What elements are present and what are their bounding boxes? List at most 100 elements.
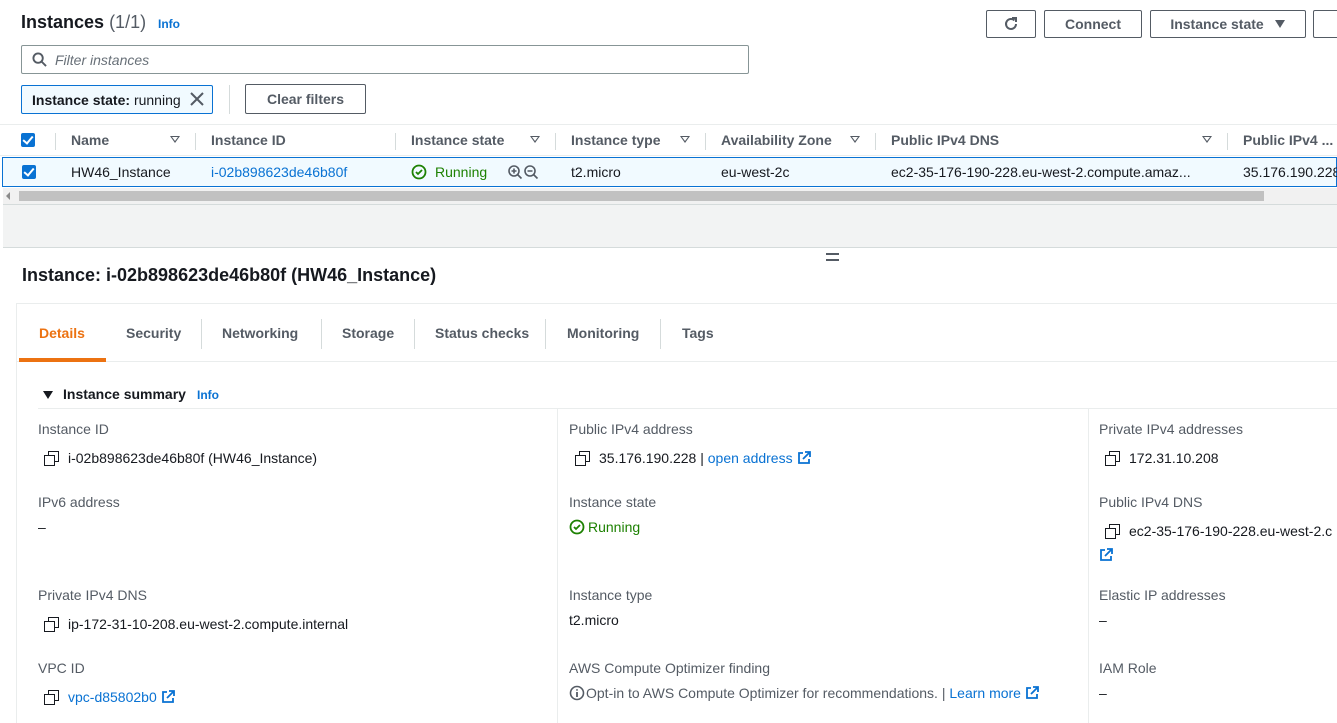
cell-instance-state: Running <box>411 164 539 180</box>
copy-icon[interactable] <box>44 690 59 705</box>
value-separator: | <box>941 685 946 701</box>
value-elastic-ip: – <box>1099 612 1107 628</box>
label-instance-id: Instance ID <box>38 421 109 437</box>
value-optimizer-text: Opt-in to AWS Compute Optimizer for reco… <box>586 685 938 701</box>
page-title: Instances (1/1) <box>21 12 146 33</box>
select-all-checkbox[interactable] <box>21 133 35 147</box>
sort-icon[interactable] <box>170 136 180 143</box>
resize-handle-icon[interactable] <box>826 253 839 261</box>
label-iam-role: IAM Role <box>1099 660 1157 676</box>
sort-icon[interactable] <box>680 136 690 143</box>
zoom-out-icon[interactable] <box>523 164 539 180</box>
column-header-public-dns[interactable]: Public IPv4 DNS <box>891 132 999 148</box>
filter-key: Instance state: <box>32 91 131 108</box>
external-link-icon[interactable] <box>1025 686 1039 700</box>
column-header-public-ip[interactable]: Public IPv4 ... <box>1243 132 1333 148</box>
refresh-button[interactable] <box>986 10 1036 38</box>
value-ipv6: – <box>38 519 46 535</box>
cell-instance-id[interactable]: i-02b898623de46b80f <box>211 164 347 180</box>
tab-status-checks[interactable]: Status checks <box>435 325 529 341</box>
split-panel-gutter <box>3 204 1337 248</box>
table-row[interactable]: HW46_Instance i-02b898623de46b80f Runnin… <box>2 157 1337 187</box>
value-public-ip: 35.176.190.228 | open address <box>575 450 811 466</box>
column-header-instance-id[interactable]: Instance ID <box>211 132 286 148</box>
value-private-ips: 172.31.10.208 <box>1105 450 1219 466</box>
copy-icon[interactable] <box>44 451 59 466</box>
cell-availability-zone: eu-west-2c <box>721 164 790 180</box>
external-link-icon[interactable] <box>797 451 811 465</box>
copy-icon[interactable] <box>1105 524 1120 539</box>
search-box[interactable] <box>21 45 749 74</box>
tab-monitoring[interactable]: Monitoring <box>567 325 639 341</box>
label-ipv6: IPv6 address <box>38 494 120 510</box>
clear-filters-button[interactable]: Clear filters <box>245 84 366 114</box>
copy-icon[interactable] <box>1105 451 1120 466</box>
caret-down-icon <box>1274 20 1285 28</box>
search-input[interactable] <box>55 51 655 68</box>
scroll-left-arrow-icon[interactable] <box>6 192 10 200</box>
open-address-link[interactable]: open address <box>708 450 793 466</box>
label-private-dns: Private IPv4 DNS <box>38 587 147 603</box>
connect-button[interactable]: Connect <box>1044 10 1142 38</box>
column-header-instance-state[interactable]: Instance state <box>411 132 504 148</box>
label-private-ips: Private IPv4 addresses <box>1099 421 1243 437</box>
cell-instance-type: t2.micro <box>571 164 621 180</box>
column-divider <box>1088 409 1089 723</box>
sort-icon[interactable] <box>850 136 860 143</box>
copy-icon[interactable] <box>575 451 590 466</box>
divider <box>229 85 230 114</box>
sort-icon[interactable] <box>1202 136 1212 143</box>
info-link[interactable]: Info <box>158 17 180 31</box>
value-public-ip-text: 35.176.190.228 <box>599 450 697 466</box>
value-optimizer: Opt-in to AWS Compute Optimizer for reco… <box>569 685 1039 701</box>
tab-storage[interactable]: Storage <box>342 325 394 341</box>
filter-value: running <box>133 91 181 108</box>
external-link-icon[interactable] <box>1099 548 1113 562</box>
tab-security[interactable]: Security <box>126 325 181 341</box>
horizontal-scrollbar[interactable] <box>3 188 1337 204</box>
learn-more-link[interactable]: Learn more <box>949 685 1021 701</box>
column-header-name[interactable]: Name <box>71 132 109 148</box>
search-icon <box>32 52 47 67</box>
row-checkbox[interactable] <box>22 165 36 179</box>
tab-networking[interactable]: Networking <box>222 325 298 341</box>
column-header-availability-zone[interactable]: Availability Zone <box>721 132 832 148</box>
label-elastic-ip: Elastic IP addresses <box>1099 587 1226 603</box>
value-private-ips-text: 172.31.10.208 <box>1129 450 1219 466</box>
close-icon[interactable] <box>188 90 206 108</box>
cell-public-ip: 35.176.190.228 <box>1243 164 1337 180</box>
info-link[interactable]: Info <box>197 388 219 402</box>
scrollbar-thumb[interactable] <box>19 191 1264 201</box>
page-title-text: Instances <box>21 12 105 32</box>
cell-state-text: Running <box>435 164 488 180</box>
section-heading[interactable]: Instance summary <box>63 386 186 402</box>
actions-button[interactable] <box>1313 10 1337 38</box>
column-header-instance-type[interactable]: Instance type <box>571 132 660 148</box>
value-instance-id-text: i-02b898623de46b80f (HW46_Instance) <box>68 450 318 466</box>
value-instance-id: i-02b898623de46b80f (HW46_Instance) <box>44 450 317 466</box>
copy-icon[interactable] <box>44 617 59 632</box>
external-link-icon[interactable] <box>161 690 175 704</box>
vpc-link[interactable]: vpc-d85802b0 <box>68 689 157 705</box>
check-circle-icon <box>569 519 585 535</box>
label-instance-state: Instance state <box>569 494 657 510</box>
tab-tags[interactable]: Tags <box>682 325 714 341</box>
value-public-dns: ec2-35-176-190-228.eu-west-2.c <box>1105 523 1332 539</box>
zoom-in-icon[interactable] <box>507 164 523 180</box>
filter-token: Instance state: running <box>21 85 213 114</box>
label-optimizer: AWS Compute Optimizer finding <box>569 660 770 676</box>
detail-title: Instance: i-02b898623de46b80f (HW46_Inst… <box>22 265 437 285</box>
value-private-dns-text: ip-172-31-10-208.eu-west-2.compute.inter… <box>68 616 349 632</box>
column-divider <box>557 409 558 723</box>
caret-down-icon[interactable] <box>43 391 53 399</box>
label-public-dns: Public IPv4 DNS <box>1099 494 1203 510</box>
sort-icon[interactable] <box>530 136 540 143</box>
instance-state-button[interactable]: Instance state <box>1150 10 1306 38</box>
cell-name: HW46_Instance <box>71 164 171 180</box>
instance-state-button-label: Instance state <box>1170 16 1264 32</box>
value-instance-state: Running <box>569 519 640 535</box>
divider <box>38 408 1337 409</box>
tab-details[interactable]: Details <box>39 325 85 341</box>
instance-count: (1/1) <box>109 12 147 32</box>
value-iam-role: – <box>1099 685 1107 701</box>
